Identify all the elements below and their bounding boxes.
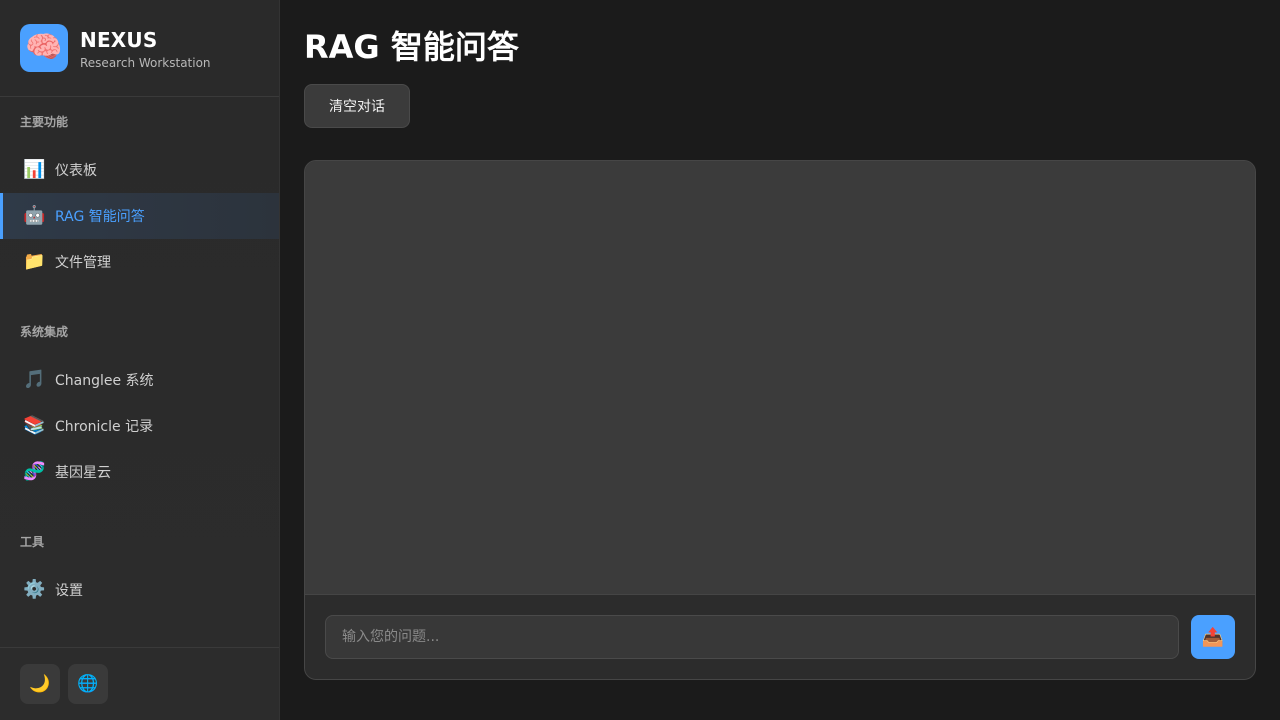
sidebar-nav: 主要功能 📊 仪表板 🤖 RAG 智能问答 📁 文件管理系统集成 🎵 Changlee 系统 📚 C… [0,97,279,613]
send-button[interactable]: 📤 [1191,615,1235,659]
books-icon: 📚 [23,415,46,436]
main-content: RAG 智能问答 清空对话 📤 [280,0,1280,720]
sidebar-section: 系统集成 🎵 Changlee 系统 📚 Chronicle 记录 🧬 基因星云 [0,285,279,495]
brand-subtitle: Research Workstation [80,56,211,70]
sidebar-item-label: 设置 [55,583,83,599]
sidebar-nav-list: 📊 仪表板 🤖 RAG 智能问答 📁 文件管理 [0,147,279,285]
sidebar-section: 工具 ⚙️ 设置 [0,495,279,613]
sidebar-nav-list: ⚙️ 设置 [0,567,279,613]
app-root: 🧠 NEXUS Research Workstation 主要功能 📊 仪表板 🤖 RA… [0,0,1280,720]
sidebar-nav-list: 🎵 Changlee 系统 📚 Chronicle 记录 🧬 基因星云 [0,357,279,495]
sidebar-item[interactable]: 🎵 Changlee 系统 [0,357,279,403]
sidebar-item[interactable]: 📁 文件管理 [0,239,279,285]
sidebar-item-label: 文件管理 [55,255,111,271]
robot-icon: 🤖 [23,205,46,226]
sidebar-item-label: 仪表板 [55,163,97,179]
sidebar-item-label: 基因星云 [55,465,111,481]
page-title: RAG 智能问答 [304,28,519,66]
sidebar: 🧠 NEXUS Research Workstation 主要功能 📊 仪表板 🤖 RA… [0,0,280,720]
chat-messages-area[interactable] [305,161,1255,596]
question-input[interactable] [325,615,1179,659]
clear-conversation-button[interactable]: 清空对话 [304,84,410,128]
chat-input-bar: 📤 [305,594,1255,679]
sidebar-item[interactable]: 🧬 基因星云 [0,449,279,495]
sidebar-item-label: Changlee 系统 [55,373,154,389]
sidebar-item[interactable]: 📊 仪表板 [0,147,279,193]
dna-icon: 🧬 [23,461,46,482]
bar-chart-icon: 📊 [23,159,46,180]
sidebar-section-title: 主要功能 [20,115,69,129]
sidebar-section: 主要功能 📊 仪表板 🤖 RAG 智能问答 📁 文件管理 [0,97,279,285]
sidebar-footer: 🌙 🌐 [0,647,279,720]
brand-name: NEXUS [80,28,158,52]
brand: 🧠 NEXUS Research Workstation [0,0,279,97]
sidebar-item[interactable]: 🤖 RAG 智能问答 [0,193,279,239]
sidebar-section-title: 系统集成 [20,325,69,339]
sidebar-section-title: 工具 [20,535,45,549]
sidebar-item-label: RAG 智能问答 [55,209,145,225]
moon-icon: 🌙 [29,674,51,693]
folder-icon: 📁 [23,251,46,272]
sidebar-item[interactable]: ⚙️ 设置 [0,567,279,613]
brain-logo-icon: 🧠 [20,24,68,72]
music-note-icon: 🎵 [23,369,46,390]
brand-text: NEXUS Research Workstation [80,24,211,70]
theme-toggle-button[interactable]: 🌙 [20,664,60,704]
language-button[interactable]: 🌐 [68,664,108,704]
outbox-send-icon: 📤 [1201,626,1225,647]
sidebar-item[interactable]: 📚 Chronicle 记录 [0,403,279,449]
gear-icon: ⚙️ [23,579,46,600]
chat-panel: 📤 [304,160,1256,680]
globe-icon: 🌐 [77,674,99,693]
sidebar-item-label: Chronicle 记录 [55,419,154,435]
